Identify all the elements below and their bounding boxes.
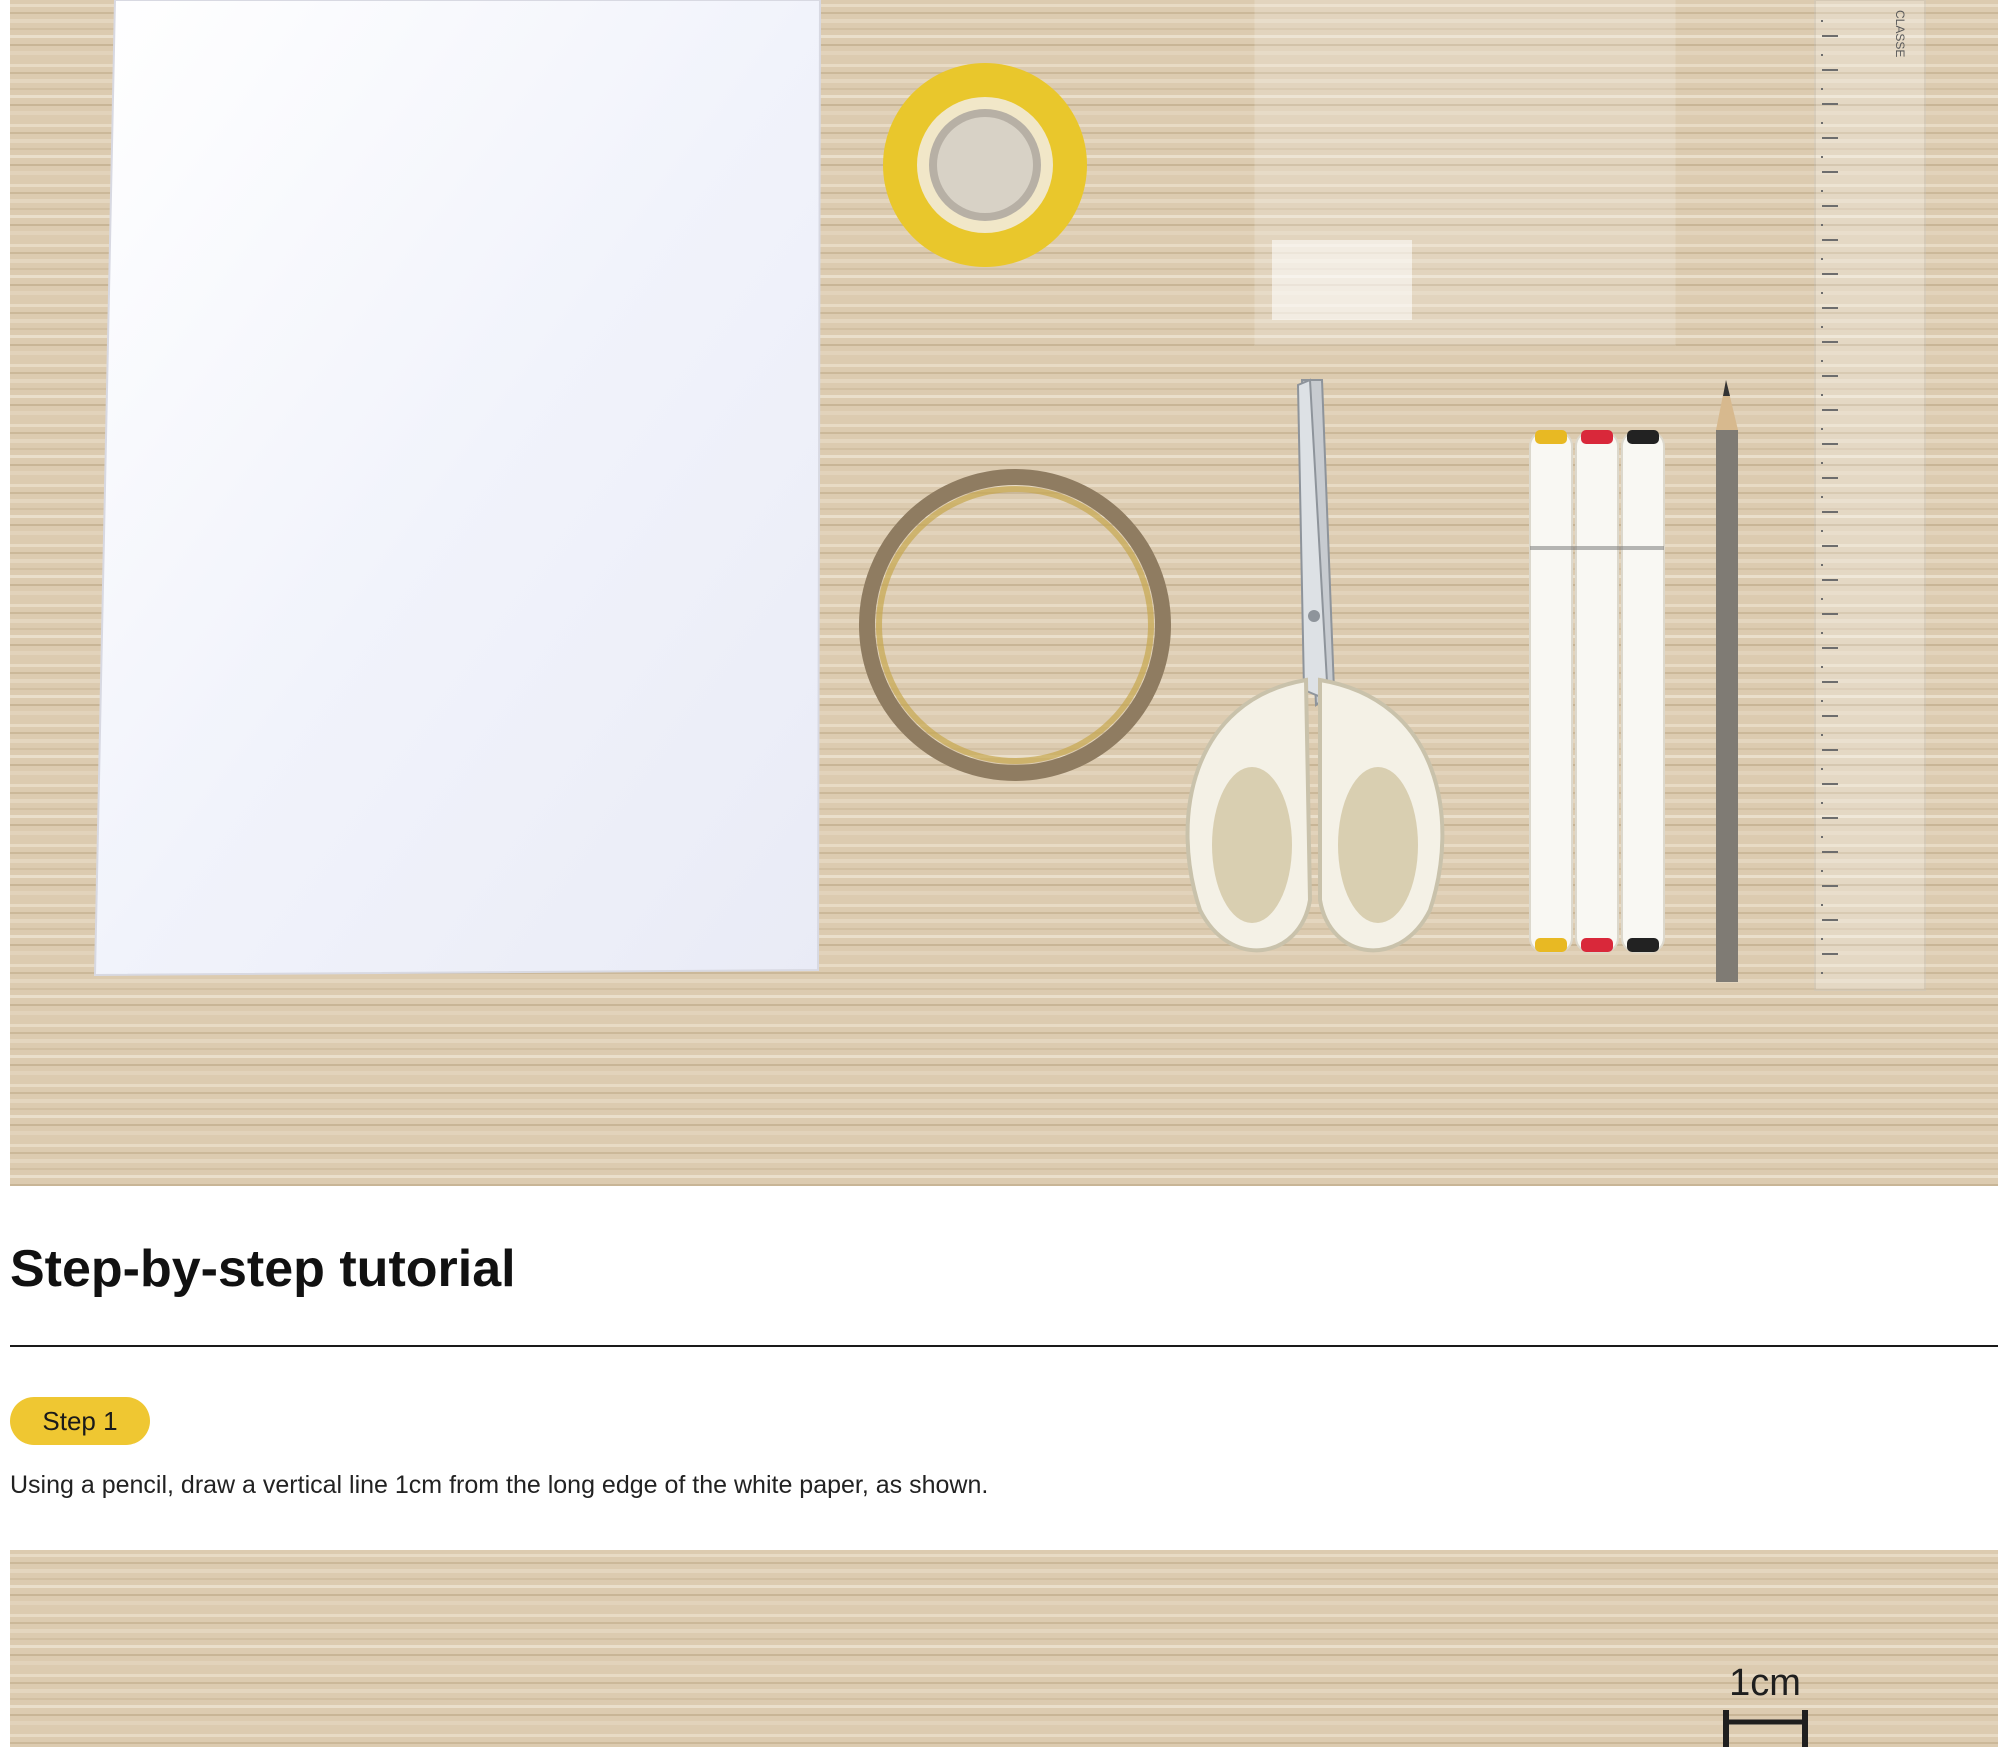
ruler-brand-label: CLASSE <box>1893 10 1907 57</box>
step-badge: Step 1 <box>10 1397 150 1445</box>
white-paper <box>93 0 822 977</box>
markers <box>1529 430 1665 953</box>
masking-tape-roll <box>883 63 1087 267</box>
materials-photo: CLASSE <box>10 0 1998 1186</box>
page-title: Step-by-step tutorial <box>10 1240 516 1298</box>
tutorial-page: CLASSE Step-by-step tutorial Step 1 Usin… <box>0 0 1998 1747</box>
step1-photo: 1cm <box>10 1550 1998 1747</box>
measure-label: 1cm <box>1729 1662 1801 1704</box>
step-instruction: Using a pencil, draw a vertical line 1cm… <box>10 1471 989 1499</box>
pencil <box>1716 380 1738 982</box>
section-divider <box>10 1345 1998 1347</box>
ruler: CLASSE <box>1814 0 1926 991</box>
